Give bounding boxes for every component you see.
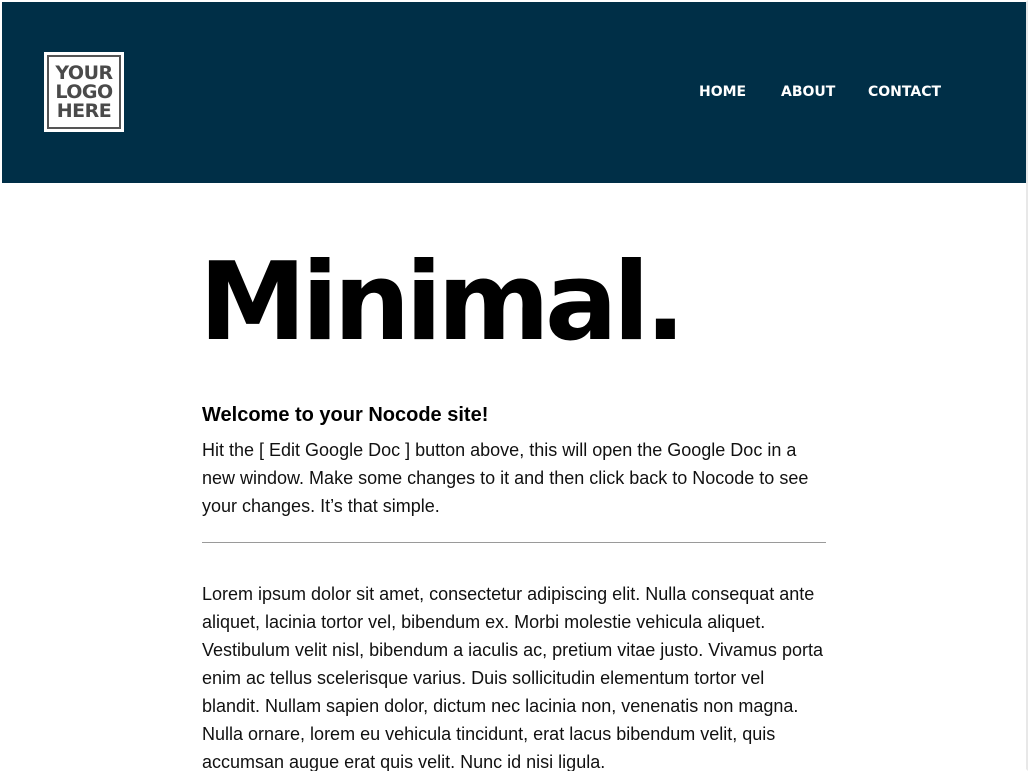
logo-text-line-2: LOGO	[55, 80, 113, 103]
logo-text-line-3: HERE	[56, 99, 112, 122]
intro-paragraph: Hit the [ Edit Google Doc ] button above…	[202, 440, 809, 516]
body-paragraph: Lorem ipsum dolor sit amet, consectetur …	[202, 584, 823, 771]
nav-link-about[interactable]: ABOUT	[781, 82, 835, 102]
logo-badge: YOUR LOGO HERE	[47, 55, 121, 129]
nav-link-contact[interactable]: CONTACT	[868, 82, 941, 102]
site-header: YOUR LOGO HERE HOME ABOUT CONTACT	[2, 2, 1026, 183]
logo-text-line-1: YOUR	[55, 61, 113, 84]
hero-title: Minimal.	[199, 240, 686, 365]
site-logo[interactable]: YOUR LOGO HERE	[44, 52, 124, 132]
welcome-heading: Welcome to your Nocode site!	[202, 404, 489, 426]
section-divider	[202, 542, 826, 543]
nav-link-home[interactable]: HOME	[699, 82, 746, 102]
